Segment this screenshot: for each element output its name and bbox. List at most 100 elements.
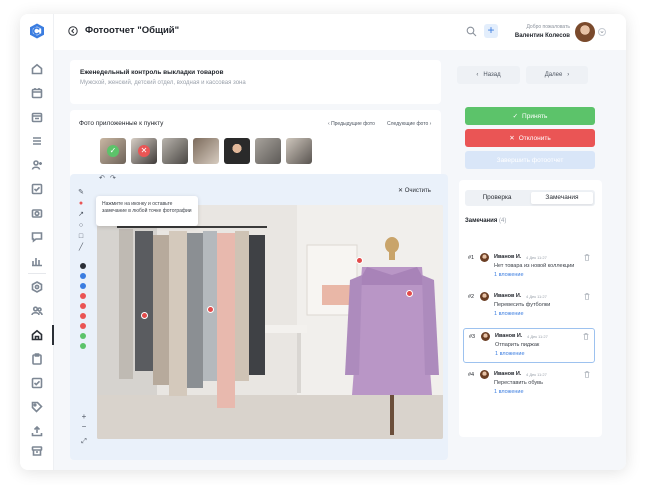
- sidebar-divider: [28, 273, 46, 274]
- redo-icon[interactable]: ↷: [110, 174, 116, 182]
- remark-pin[interactable]: [141, 312, 148, 319]
- accept-button[interactable]: ✓ Принять: [465, 107, 595, 125]
- remark-author: Иванов И.: [494, 371, 522, 377]
- next-photos-button[interactable]: Следующие фото ›: [387, 121, 431, 127]
- trash-icon[interactable]: [583, 333, 589, 340]
- tab-review[interactable]: Проверка: [467, 192, 527, 204]
- attachment-link[interactable]: 1 вложение: [494, 389, 524, 395]
- photo-thumb[interactable]: [162, 138, 188, 164]
- remark-text: Отпарить пиджак: [495, 342, 540, 348]
- avatar: [481, 332, 490, 341]
- remark-item[interactable]: #4 Иванов И. 4 Дек 11:27 Переставить обу…: [463, 367, 595, 402]
- tab-remarks[interactable]: Замечания: [531, 192, 593, 204]
- sidebar-chart-icon[interactable]: [29, 253, 45, 269]
- sidebar-add-user-icon[interactable]: [29, 157, 45, 173]
- remark-number: #1: [468, 255, 475, 261]
- sidebar-archive-icon[interactable]: [29, 443, 45, 459]
- sidebar-clipboard-icon[interactable]: [29, 351, 45, 367]
- remark-item-selected[interactable]: #3 Иванов И. 4 Дек 11:27 Отпарить пиджак…: [463, 328, 595, 363]
- back-button[interactable]: ‹ Назад: [457, 66, 520, 84]
- sidebar-list-icon[interactable]: [29, 133, 45, 149]
- sidebar-calendar-icon[interactable]: [29, 85, 45, 101]
- remark-pin[interactable]: [207, 306, 214, 313]
- next-label: Далее: [544, 72, 563, 78]
- color-swatch[interactable]: [80, 283, 86, 289]
- color-swatch[interactable]: [80, 323, 86, 329]
- zoom-out-icon[interactable]: −: [79, 422, 89, 431]
- photo-thumb[interactable]: [286, 138, 312, 164]
- sidebar-camera-icon[interactable]: [29, 205, 45, 221]
- color-swatch[interactable]: [80, 263, 86, 269]
- trash-icon[interactable]: [584, 254, 590, 261]
- photo-thumb[interactable]: [224, 138, 250, 164]
- remark-item[interactable]: #1 Иванов И. 4 Дек 11:27 Нет товара из н…: [463, 250, 595, 285]
- square-icon[interactable]: □: [76, 232, 86, 242]
- sidebar-home-icon[interactable]: [29, 61, 45, 77]
- app-logo-icon[interactable]: [29, 23, 45, 39]
- color-swatch[interactable]: [80, 333, 86, 339]
- accept-label: Принять: [522, 112, 548, 120]
- sidebar-users-icon[interactable]: [29, 303, 45, 319]
- remark-time: 4 Дек 11:27: [526, 255, 547, 260]
- pencil-icon[interactable]: ✎: [76, 188, 86, 198]
- search-icon[interactable]: [466, 26, 477, 37]
- reject-button[interactable]: ✕ Отклонить: [465, 129, 595, 147]
- line-icon[interactable]: ╱: [76, 243, 86, 253]
- sidebar-upload-icon[interactable]: [29, 423, 45, 439]
- chevron-left-icon: ‹: [476, 72, 479, 78]
- check-icon: ✓: [107, 145, 119, 157]
- photo-thumb[interactable]: [193, 138, 219, 164]
- avatar: [480, 253, 489, 262]
- review-photo[interactable]: [97, 205, 443, 439]
- sidebar-settings-icon[interactable]: [29, 279, 45, 295]
- circle-icon[interactable]: ○: [76, 221, 86, 231]
- photo-thumb[interactable]: [255, 138, 281, 164]
- check-icon: ✓: [512, 113, 519, 120]
- color-swatch[interactable]: [80, 293, 86, 299]
- color-swatch[interactable]: [80, 273, 86, 279]
- remark-text: Переставить обувь: [494, 380, 543, 386]
- color-swatch[interactable]: [80, 313, 86, 319]
- avatar[interactable]: [575, 22, 595, 42]
- photos-label: Фото приложенные к пункту: [79, 120, 164, 127]
- remark-author: Иванов И.: [494, 254, 522, 260]
- back-circle-icon[interactable]: [68, 26, 78, 36]
- next-button[interactable]: Далее ›: [526, 66, 588, 84]
- attachment-link[interactable]: 1 вложение: [495, 351, 525, 357]
- welcome-text: Добро пожаловать: [526, 24, 570, 30]
- color-swatch[interactable]: [80, 303, 86, 309]
- finish-report-button[interactable]: Завершить фотоотчет: [465, 151, 595, 169]
- undo-icon[interactable]: ↶: [99, 174, 105, 182]
- sidebar-checklist-icon[interactable]: [29, 181, 45, 197]
- photo-thumb[interactable]: ✕: [131, 138, 157, 164]
- remark-number: #4: [468, 372, 475, 378]
- photo-thumb[interactable]: ✓: [100, 138, 126, 164]
- sidebar-chat-icon[interactable]: [29, 229, 45, 245]
- sidebar-tag-icon[interactable]: [29, 399, 45, 415]
- remark-pin[interactable]: [406, 290, 413, 297]
- sidebar: [20, 14, 54, 470]
- zoom-in-icon[interactable]: +: [79, 412, 89, 421]
- fullscreen-icon[interactable]: ⤢: [79, 438, 89, 446]
- trash-icon[interactable]: [584, 293, 590, 300]
- chevron-down-icon[interactable]: [598, 28, 606, 36]
- prev-photos-button[interactable]: ‹ Предыдущие фото: [328, 121, 375, 127]
- chevron-right-icon: ›: [567, 72, 570, 78]
- attachment-link[interactable]: 1 вложение: [494, 311, 524, 317]
- color-swatch[interactable]: [80, 343, 86, 349]
- pin-tool-icon[interactable]: ●: [76, 199, 86, 209]
- sidebar-schedule-icon[interactable]: [29, 109, 45, 125]
- arrow-icon[interactable]: ↗: [76, 210, 86, 220]
- remark-pin[interactable]: [356, 257, 363, 264]
- sidebar-store-icon[interactable]: [29, 327, 45, 343]
- remark-text: Перевесить футболки: [494, 302, 551, 308]
- remark-text: Нет товара из новой коллекции: [494, 263, 575, 269]
- remark-item[interactable]: #2 Иванов И. 4 Дек 11:27 Перевесить футб…: [463, 289, 595, 324]
- task-title: Еженедельный контроль выкладки товаров: [80, 69, 224, 76]
- sidebar-task-check-icon[interactable]: [29, 375, 45, 391]
- trash-icon[interactable]: [584, 371, 590, 378]
- task-card: Еженедельный контроль выкладки товаров М…: [70, 60, 441, 104]
- add-button[interactable]: +: [484, 24, 498, 38]
- clear-button[interactable]: ✕ Очистить: [398, 187, 431, 194]
- attachment-link[interactable]: 1 вложение: [494, 272, 524, 278]
